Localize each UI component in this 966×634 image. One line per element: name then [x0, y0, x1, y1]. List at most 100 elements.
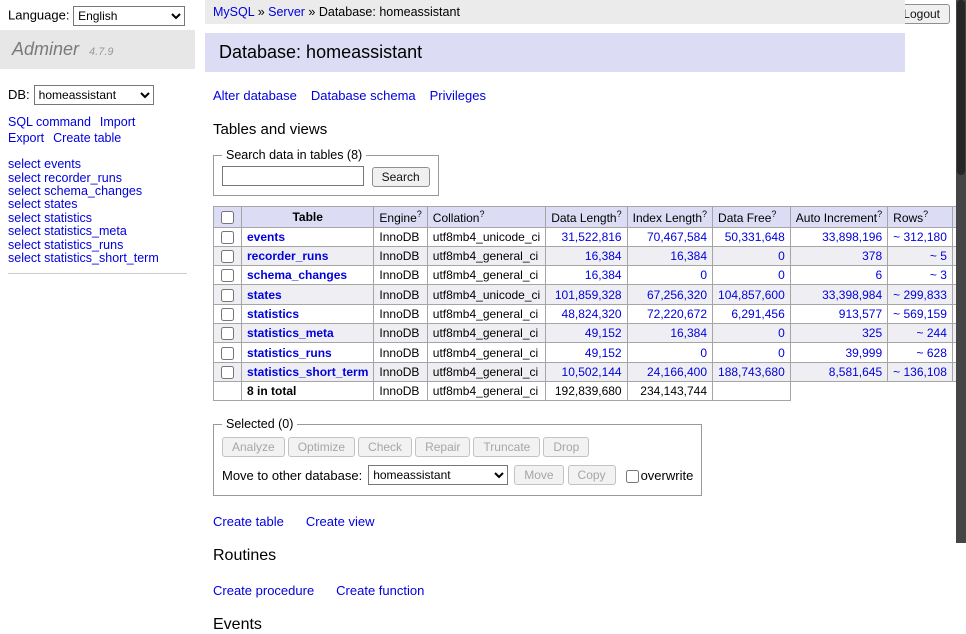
rows-count-link[interactable]: ~ 628 [917, 346, 947, 360]
sidebar-select-statistics-runs[interactable]: select statistics_runs [8, 239, 187, 252]
sidebar-action-import[interactable]: Import [100, 115, 135, 129]
db-select[interactable]: homeassistant [34, 85, 154, 105]
repair-button[interactable]: Repair [415, 437, 470, 457]
nav-database-schema[interactable]: Database schema [311, 88, 416, 103]
table-link-schema-changes[interactable]: schema_changes [247, 268, 347, 282]
row-checkbox[interactable] [221, 347, 234, 360]
index-length-link[interactable]: 0 [700, 268, 707, 282]
sidebar-select-statistics[interactable]: select statistics [8, 212, 187, 225]
check-button[interactable]: Check [358, 437, 412, 457]
drop-button[interactable]: Drop [543, 437, 589, 457]
data-length-link[interactable]: 48,824,320 [562, 307, 622, 321]
move-button[interactable]: Move [514, 465, 563, 485]
optimize-button[interactable]: Optimize [288, 437, 355, 457]
data-length-link[interactable]: 16,384 [585, 249, 622, 263]
table-link-statistics-meta[interactable]: statistics_meta [247, 326, 334, 340]
sidebar-select-recorder-runs[interactable]: select recorder_runs [8, 172, 187, 185]
data-length-link[interactable]: 31,522,816 [562, 230, 622, 244]
scrollbar-thumb[interactable] [957, 0, 965, 175]
rows-count-link[interactable]: ~ 299,833 [893, 288, 947, 302]
nav-alter-database[interactable]: Alter database [213, 88, 297, 103]
help-link[interactable]: ? [923, 209, 928, 219]
row-checkbox[interactable] [221, 308, 234, 321]
vertical-scrollbar[interactable] [956, 0, 966, 543]
index-length-link[interactable]: 16,384 [670, 326, 707, 340]
language-select[interactable]: English [73, 6, 185, 26]
table-link-statistics-short-term[interactable]: statistics_short_term [247, 365, 368, 379]
help-link[interactable]: ? [417, 209, 422, 219]
index-length-link[interactable]: 70,467,584 [647, 230, 707, 244]
data-free-link[interactable]: 0 [778, 346, 785, 360]
help-link[interactable]: ? [771, 209, 776, 219]
truncate-button[interactable]: Truncate [473, 437, 540, 457]
sidebar-select-statistics-short-term[interactable]: select statistics_short_term [8, 252, 187, 265]
auto-increment-link[interactable]: 39,999 [845, 346, 882, 360]
data-free-link[interactable]: 50,331,648 [725, 230, 785, 244]
data-free-link[interactable]: 0 [778, 268, 785, 282]
row-checkbox[interactable] [221, 289, 234, 302]
create-procedure-link[interactable]: Create procedure [213, 583, 314, 598]
data-free-link[interactable]: 0 [778, 249, 785, 263]
sidebar-select-schema-changes[interactable]: select schema_changes [8, 185, 187, 198]
breadcrumb-link-mysql[interactable]: MySQL [213, 5, 254, 19]
create-table-link[interactable]: Create table [213, 514, 284, 529]
data-length-link[interactable]: 16,384 [585, 268, 622, 282]
sidebar-select-statistics-meta[interactable]: select statistics_meta [8, 225, 187, 238]
help-link[interactable]: ? [479, 209, 484, 219]
table-link-statistics-runs[interactable]: statistics_runs [247, 346, 332, 360]
auto-increment-link[interactable]: 33,898,196 [822, 230, 882, 244]
nav-privileges[interactable]: Privileges [430, 88, 486, 103]
auto-increment-link[interactable]: 8,581,645 [829, 365, 882, 379]
help-link[interactable]: ? [617, 209, 622, 219]
sidebar-action-export[interactable]: Export [8, 131, 44, 145]
search-button[interactable]: Search [372, 167, 430, 187]
rows-count-link[interactable]: ~ 312,180 [893, 230, 947, 244]
adminer-logo-text[interactable]: Adminer [12, 39, 79, 59]
rows-count-link[interactable]: ~ 569,159 [893, 307, 947, 321]
select-all-checkbox[interactable] [221, 211, 234, 224]
data-length-link[interactable]: 10,502,144 [562, 365, 622, 379]
row-checkbox[interactable] [221, 250, 234, 263]
data-length-link[interactable]: 49,152 [585, 326, 622, 340]
search-input[interactable] [222, 166, 364, 186]
data-free-link[interactable]: 188,743,680 [718, 365, 785, 379]
index-length-link[interactable]: 24,166,400 [647, 365, 707, 379]
data-free-link[interactable]: 6,291,456 [731, 307, 784, 321]
help-link[interactable]: ? [702, 209, 707, 219]
rows-count-link[interactable]: ~ 3 [930, 268, 947, 282]
auto-increment-link[interactable]: 378 [862, 249, 882, 263]
help-link[interactable]: ? [877, 209, 882, 219]
sidebar-action-sql-command[interactable]: SQL command [8, 115, 91, 129]
copy-button[interactable]: Copy [568, 465, 616, 485]
index-length-link[interactable]: 67,256,320 [647, 288, 707, 302]
create-view-link[interactable]: Create view [306, 514, 375, 529]
create-function-link[interactable]: Create function [336, 583, 424, 598]
index-length-link[interactable]: 16,384 [670, 249, 707, 263]
rows-count-link[interactable]: ~ 244 [917, 326, 947, 340]
rows-count-link[interactable]: ~ 5 [930, 249, 947, 263]
data-length-link[interactable]: 49,152 [585, 346, 622, 360]
overwrite-checkbox[interactable] [626, 470, 639, 483]
auto-increment-link[interactable]: 33,398,984 [822, 288, 882, 302]
data-free-link[interactable]: 0 [778, 326, 785, 340]
row-checkbox[interactable] [221, 269, 234, 282]
auto-increment-link[interactable]: 6 [875, 268, 882, 282]
auto-increment-link[interactable]: 325 [862, 326, 882, 340]
sidebar-select-states[interactable]: select states [8, 198, 187, 211]
index-length-link[interactable]: 72,220,672 [647, 307, 707, 321]
table-link-events[interactable]: events [247, 230, 285, 244]
move-db-select[interactable]: homeassistant [368, 465, 508, 485]
table-link-statistics[interactable]: statistics [247, 307, 299, 321]
data-free-link[interactable]: 104,857,600 [718, 288, 785, 302]
auto-increment-link[interactable]: 913,577 [839, 307, 882, 321]
index-length-link[interactable]: 0 [700, 346, 707, 360]
row-checkbox[interactable] [221, 366, 234, 379]
analyze-button[interactable]: Analyze [222, 437, 285, 457]
sidebar-select-events[interactable]: select events [8, 158, 187, 171]
table-link-states[interactable]: states [247, 288, 282, 302]
data-length-link[interactable]: 101,859,328 [555, 288, 622, 302]
sidebar-action-create-table[interactable]: Create table [53, 131, 121, 145]
row-checkbox[interactable] [221, 231, 234, 244]
breadcrumb-link-server[interactable]: Server [268, 5, 305, 19]
rows-count-link[interactable]: ~ 136,108 [893, 365, 947, 379]
